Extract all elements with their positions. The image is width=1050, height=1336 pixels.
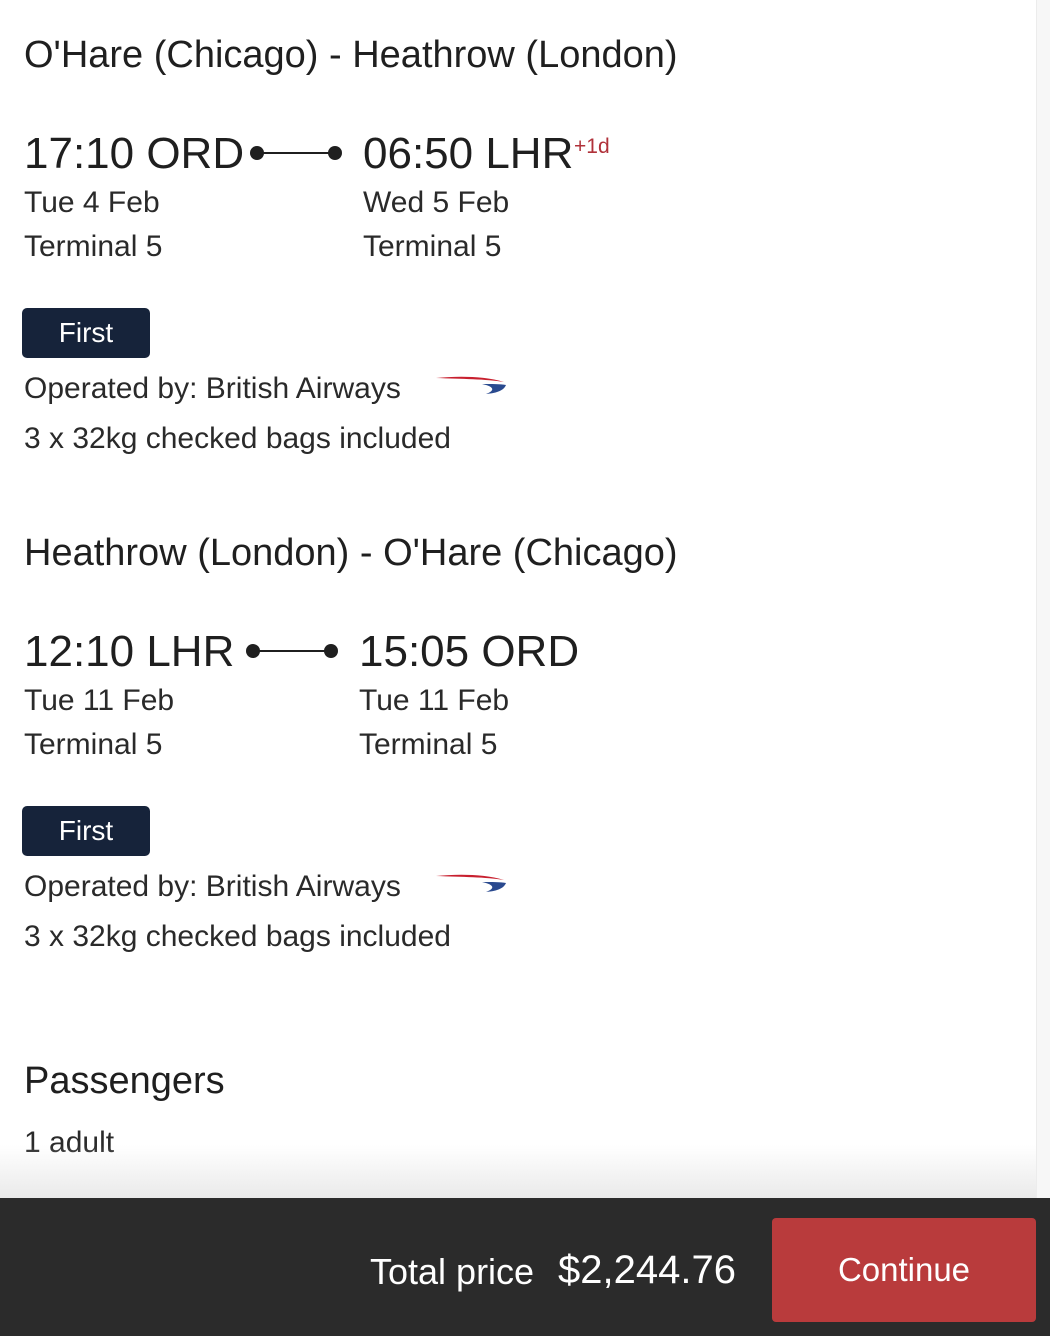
inbound-arrival-time: 15:05 ORD bbox=[359, 627, 580, 676]
outbound-cabin-badge: First bbox=[22, 308, 150, 358]
inbound-route-title: Heathrow (London) - O'Hare (Chicago) bbox=[24, 532, 678, 574]
inbound-baggage-allowance: 3 x 32kg checked bags included bbox=[24, 920, 451, 953]
outbound-operated-by: Operated by: British Airways bbox=[24, 372, 401, 405]
outbound-departure-terminal: Terminal 5 bbox=[24, 230, 163, 263]
inbound-cabin-badge: First bbox=[22, 806, 150, 856]
outbound-day-offset-badge: +1d bbox=[574, 135, 610, 158]
inbound-operator-row: Operated by: British Airways bbox=[24, 870, 506, 904]
trip-summary-panel: O'Hare (Chicago) - Heathrow (London) 17:… bbox=[0, 0, 1036, 1198]
outbound-arrival-time: 06:50 LHR bbox=[363, 129, 574, 178]
total-price-label: Total price bbox=[370, 1251, 535, 1292]
outbound-operator-row: Operated by: British Airways bbox=[24, 372, 506, 406]
scrollbar-track[interactable] bbox=[1036, 0, 1050, 1198]
inbound-departure-time: 12:10 LHR bbox=[24, 627, 235, 676]
british-airways-logo-icon bbox=[436, 376, 506, 394]
inbound-arrival-date: Tue 11 Feb bbox=[359, 684, 510, 717]
route-line bbox=[256, 152, 336, 154]
outbound-route-title: O'Hare (Chicago) - Heathrow (London) bbox=[24, 34, 678, 76]
outbound-baggage-allowance: 3 x 32kg checked bags included bbox=[24, 422, 451, 455]
continue-button[interactable]: Continue bbox=[772, 1218, 1036, 1322]
checkout-footer-bar: Total price $2,244.76 Continue bbox=[0, 1198, 1050, 1336]
arrival-dot-icon bbox=[328, 146, 342, 160]
outbound-route-connector bbox=[250, 145, 342, 161]
outbound-arrival-terminal: Terminal 5 bbox=[363, 230, 502, 263]
outbound-departure-date: Tue 4 Feb bbox=[24, 186, 160, 219]
passengers-summary: 1 adult bbox=[24, 1126, 115, 1159]
scroll-fade-overlay bbox=[0, 1145, 1036, 1198]
total-price-value: $2,244.76 bbox=[558, 1248, 736, 1292]
inbound-operated-by: Operated by: British Airways bbox=[24, 870, 401, 903]
arrival-dot-icon bbox=[324, 644, 338, 658]
inbound-departure-terminal: Terminal 5 bbox=[24, 728, 163, 761]
passengers-title: Passengers bbox=[24, 1060, 225, 1102]
outbound-arrival-date: Wed 5 Feb bbox=[363, 186, 510, 219]
inbound-arrival-terminal: Terminal 5 bbox=[359, 728, 498, 761]
inbound-departure-date: Tue 11 Feb bbox=[24, 684, 175, 717]
outbound-departure-time: 17:10 ORD bbox=[24, 129, 245, 178]
route-line bbox=[252, 650, 332, 652]
inbound-route-connector bbox=[246, 643, 338, 659]
british-airways-logo-icon bbox=[436, 874, 506, 892]
